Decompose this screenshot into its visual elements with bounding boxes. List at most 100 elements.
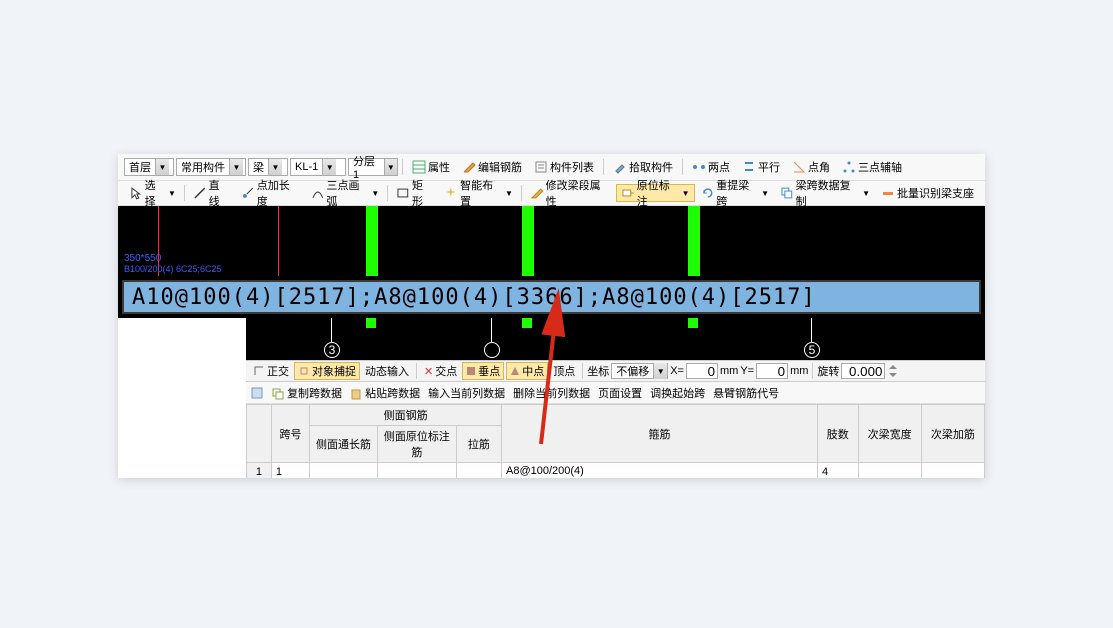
parallel-icon	[742, 160, 756, 174]
modify-beam-button[interactable]: 修改梁段属性	[525, 184, 615, 202]
dynamic-input-toggle[interactable]: 动态输入	[362, 362, 412, 380]
col-limbs[interactable]: 肢数	[817, 405, 858, 463]
copy-span-data[interactable]: 复制跨数据	[272, 385, 342, 401]
floor-select[interactable]: 首层▼	[124, 158, 174, 176]
midpoint-snap[interactable]: 中点	[506, 362, 548, 380]
snap-status-bar: 正交 对象捕捉 动态输入 ✕交点 垂点 中点 顶点 坐标 不偏移▼ X= mm …	[246, 360, 985, 382]
axis-marker-5: 5	[804, 342, 820, 358]
cell-side-long[interactable]	[310, 463, 378, 479]
arc-icon	[311, 186, 325, 200]
data-menu-bar: 复制跨数据 粘贴跨数据 输入当前列数据 删除当前列数据 页面设置 调换起始跨 悬…	[246, 382, 985, 404]
edit-icon	[530, 186, 544, 200]
cell-tie[interactable]	[456, 463, 501, 479]
mm-label-1: mm	[720, 365, 738, 377]
cell-stirrup[interactable]: A8@100/200(4)	[501, 463, 817, 479]
draw-toolbar: 选择 ▼ 直线 点加长度 三点画弧 ▼ 矩形 智能布置 ▼	[118, 181, 985, 206]
axis-marker-3: 3	[324, 342, 340, 358]
cursor-icon	[129, 186, 143, 200]
category-select[interactable]: 常用构件▼	[176, 158, 246, 176]
component-list-button[interactable]: 构件列表	[529, 158, 599, 176]
three-point-axis-button[interactable]: 三点辅轴	[837, 158, 907, 176]
cell-limbs[interactable]: 4	[817, 463, 858, 479]
drawing-viewport[interactable]: 350*550 B100/200(4) 6C25;6C25	[118, 206, 985, 278]
rect-button[interactable]: 矩形	[391, 184, 438, 202]
component-select[interactable]: 梁▼	[248, 158, 288, 176]
delete-column-data[interactable]: 删除当前列数据	[513, 385, 590, 401]
spinner-icon[interactable]	[887, 364, 899, 378]
rotate-label: 旋转	[817, 363, 839, 379]
endpoint-snap[interactable]: 顶点	[550, 362, 578, 380]
page-settings[interactable]: 页面设置	[598, 385, 642, 401]
arc-button[interactable]: 三点画弧 ▼	[306, 184, 384, 202]
cross-snap[interactable]: ✕交点	[421, 362, 460, 380]
app-window: 首层▼ 常用构件▼ 梁▼ KL-1▼ 分层1▼ 属性 编辑钢筋 构件列表	[118, 154, 985, 478]
viewport-rebar-label: B100/200(4) 6C25;6C25	[124, 265, 222, 274]
rebar-input-bar: A10@100(4)[2517];A8@100(4)[3366];A8@100(…	[118, 276, 985, 318]
point-length-button[interactable]: 点加长度	[236, 184, 305, 202]
col-sec-beam-width[interactable]: 次梁宽度	[858, 405, 921, 463]
smart-arrange-button[interactable]: 智能布置 ▼	[439, 184, 517, 202]
cell-sec-add[interactable]	[921, 463, 984, 479]
magic-icon	[444, 186, 458, 200]
two-point-button[interactable]: 两点	[687, 158, 735, 176]
offset-select[interactable]: 不偏移▼	[611, 363, 668, 379]
cell-sec-width[interactable]	[858, 463, 921, 479]
list-icon	[534, 160, 548, 174]
copy-icon	[272, 388, 284, 400]
angle-icon	[792, 160, 806, 174]
layer-select[interactable]: 分层1▼	[348, 158, 398, 176]
attributes-button[interactable]: 属性	[407, 158, 455, 176]
snap-icon	[298, 365, 310, 377]
line-icon	[193, 186, 207, 200]
ortho-toggle[interactable]: 正交	[250, 362, 292, 380]
viewport-dim-label: 350*550	[124, 254, 161, 264]
ortho-icon	[253, 365, 265, 377]
point-angle-button[interactable]: 点角	[787, 158, 835, 176]
origin-label-button[interactable]: 原位标注 ▼	[616, 184, 694, 202]
cantilever-rebar-code[interactable]: 悬臂钢筋代号	[713, 385, 779, 401]
angle-input[interactable]	[841, 363, 885, 379]
vertex-snap[interactable]: 垂点	[462, 362, 504, 380]
batch-identify-button[interactable]: 批量识别梁支座	[876, 184, 979, 202]
parallel-button[interactable]: 平行	[737, 158, 785, 176]
axis-marker	[484, 342, 500, 358]
copy-icon	[780, 186, 794, 200]
refresh-icon	[701, 186, 715, 200]
y-input[interactable]	[756, 363, 788, 379]
enter-column-data[interactable]: 输入当前列数据	[428, 385, 505, 401]
edit-rebar-button[interactable]: 编辑钢筋	[457, 158, 527, 176]
col-sec-beam-add[interactable]: 次梁加筋	[921, 405, 984, 463]
point-length-icon	[241, 186, 255, 200]
row-number: 1	[247, 463, 272, 479]
rebar-input-field[interactable]: A10@100(4)[2517];A8@100(4)[3366];A8@100(…	[122, 280, 981, 314]
line-button[interactable]: 直线	[188, 184, 235, 202]
member-select[interactable]: KL-1▼	[290, 158, 346, 176]
paste-span-data[interactable]: 粘贴跨数据	[350, 385, 420, 401]
object-snap-toggle[interactable]: 对象捕捉	[294, 362, 360, 380]
pick-component-button[interactable]: 拾取构件	[608, 158, 678, 176]
cell-side-origin[interactable]	[377, 463, 456, 479]
table-row[interactable]: 11 A8@100/200(4)4	[247, 463, 985, 479]
coord-label: 坐标	[587, 363, 609, 379]
col-stirrup[interactable]: 箍筋	[501, 405, 817, 463]
col-span-no[interactable]: 跨号	[271, 405, 309, 463]
paste-icon	[350, 388, 362, 400]
relabel-span-button[interactable]: 重提梁跨 ▼	[696, 184, 774, 202]
span-copy-button[interactable]: 梁跨数据复制 ▼	[775, 184, 875, 202]
mm-label-2: mm	[790, 365, 808, 377]
col-side-rebar-group: 侧面钢筋	[310, 405, 502, 426]
adjust-start-span[interactable]: 调换起始跨	[650, 385, 705, 401]
eyedropper-icon	[613, 160, 627, 174]
properties-icon	[412, 160, 426, 174]
axis-viewport[interactable]: 3 5	[246, 318, 985, 360]
select-button[interactable]: 选择 ▼	[124, 184, 181, 202]
rect-icon	[396, 186, 410, 200]
x-input[interactable]	[686, 363, 718, 379]
col-tie[interactable]: 拉筋	[456, 426, 501, 463]
three-point-icon	[842, 160, 856, 174]
cell-span[interactable]: 1	[271, 463, 309, 479]
col-side-long[interactable]: 侧面通长筋	[310, 426, 378, 463]
x-label: X=	[670, 365, 684, 377]
col-side-origin[interactable]: 侧面原位标注筋	[377, 426, 456, 463]
batch-icon	[881, 186, 895, 200]
